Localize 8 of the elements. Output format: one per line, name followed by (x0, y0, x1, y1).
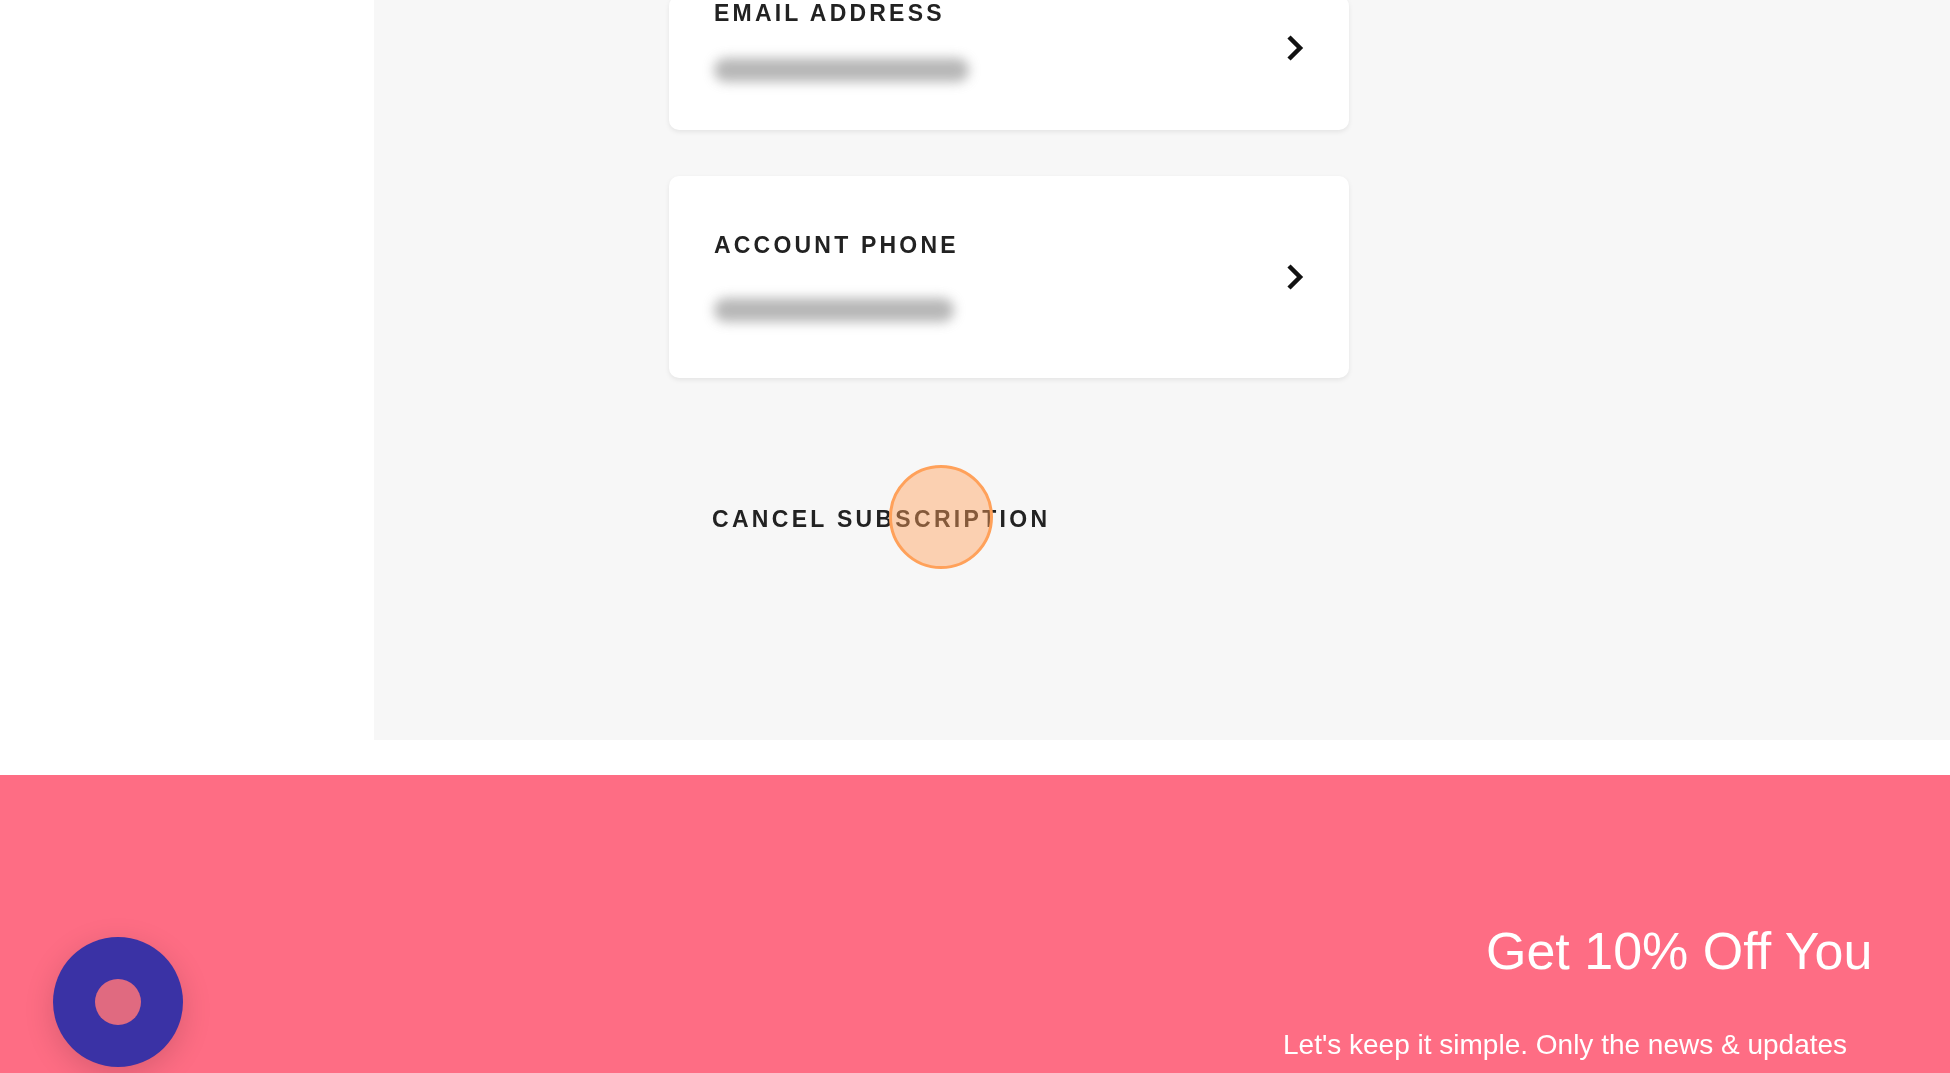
field-label: ACCOUNT PHONE (714, 232, 959, 258)
chevron-right-icon (1285, 33, 1305, 63)
chevron-right-icon (1285, 262, 1305, 292)
account-card[interactable]: ACCOUNT PHONE (669, 176, 1349, 378)
account-card[interactable]: EMAIL ADDRESS (669, 0, 1349, 130)
newsletter-heading: Get 10% Off You (1486, 921, 1873, 981)
newsletter-text: Let's keep it simple. Only the news & updates (1283, 1029, 1848, 1061)
field-label: EMAIL ADDRESS (714, 0, 946, 26)
